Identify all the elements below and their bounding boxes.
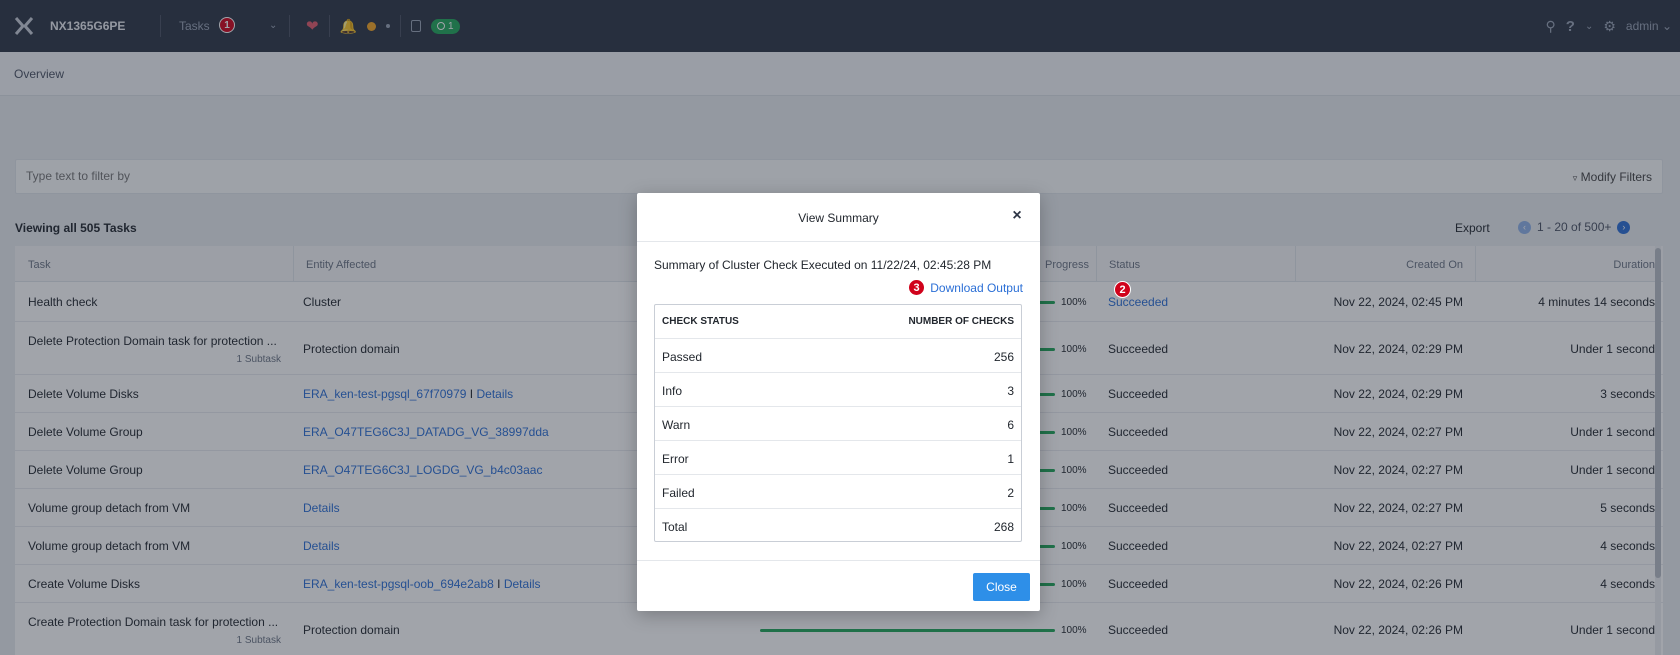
check-count: 3	[1007, 384, 1014, 398]
summary-text: Summary of Cluster Check Executed on 11/…	[654, 258, 992, 272]
check-label: Passed	[662, 350, 703, 364]
annotation-marker-3: 3	[908, 279, 925, 296]
check-row: Total 268	[655, 509, 1021, 543]
close-button[interactable]: Close	[973, 573, 1030, 601]
check-label: Warn	[662, 418, 691, 432]
check-label: Info	[662, 384, 683, 398]
check-status-header: CHECK STATUS	[662, 316, 739, 327]
check-row: Error 1	[655, 441, 1021, 475]
check-row: Failed 2	[655, 475, 1021, 509]
check-count: 256	[993, 350, 1014, 364]
check-label: Total	[662, 520, 688, 534]
dialog-title: View Summary	[798, 211, 879, 225]
check-label: Failed	[662, 486, 695, 500]
check-count: 6	[1007, 418, 1014, 432]
check-count: 268	[993, 520, 1014, 534]
check-table-header: CHECK STATUS NUMBER OF CHECKS	[655, 305, 1021, 339]
check-status-table: CHECK STATUS NUMBER OF CHECKS Passed 256 I…	[654, 304, 1022, 542]
close-icon[interactable]: ×	[1008, 207, 1026, 225]
dialog-footer: Close	[637, 560, 1040, 611]
check-label: Error	[662, 452, 689, 466]
check-row: Info 3	[655, 373, 1021, 407]
check-count: 2	[1007, 486, 1014, 500]
number-of-checks-header: NUMBER OF CHECKS	[908, 316, 1014, 327]
check-count: 1	[1007, 452, 1014, 466]
dialog-header: View Summary ×	[637, 193, 1040, 242]
check-row: Passed 256	[655, 339, 1021, 373]
view-summary-dialog: View Summary × Summary of Cluster Check …	[637, 193, 1040, 611]
download-output-link[interactable]: Download Output	[930, 281, 1023, 295]
check-row: Warn 6	[655, 407, 1021, 441]
annotation-marker-2: 2	[1114, 281, 1131, 298]
